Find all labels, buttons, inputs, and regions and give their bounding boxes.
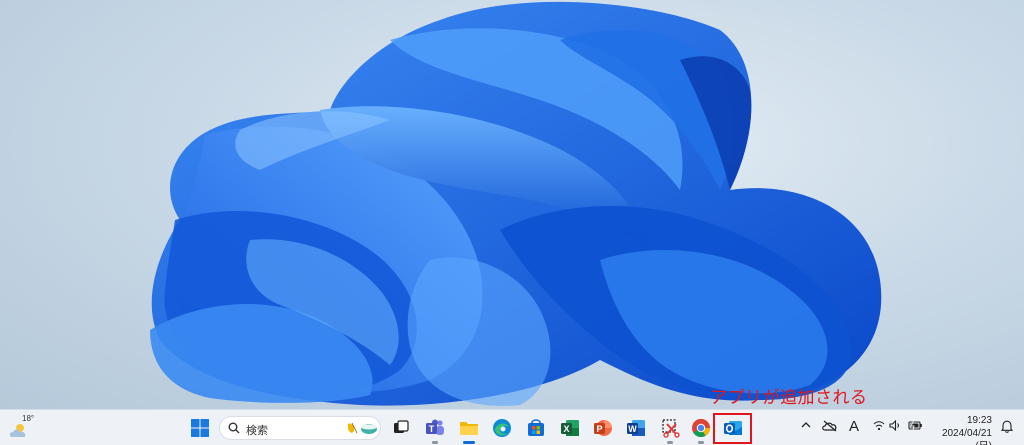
clock-time: 19:23	[966, 415, 992, 426]
search-highlight-icon	[347, 422, 377, 434]
word-icon: W	[627, 420, 645, 436]
running-indicator	[463, 441, 475, 444]
search-placeholder: 検索	[246, 424, 268, 437]
taskbar-search[interactable]: 検索	[219, 416, 381, 440]
show-hidden-icons-chevron-icon[interactable]	[801, 420, 811, 430]
ime-indicator[interactable]: A	[849, 418, 859, 435]
weather-temperature: 18°	[22, 414, 35, 423]
powerpoint-button[interactable]: P	[589, 414, 617, 442]
chrome-button[interactable]	[687, 414, 715, 444]
outlook-highlight-box	[713, 413, 752, 444]
clock-date: 2024/04/21 (日)	[941, 428, 992, 445]
powerpoint-icon: P	[594, 420, 612, 436]
snipping-tool-button[interactable]	[656, 414, 684, 444]
search-icon	[228, 422, 240, 434]
teams-button[interactable]: T	[421, 414, 449, 444]
battery-icon[interactable]	[908, 420, 923, 431]
svg-text:X: X	[563, 424, 569, 434]
word-button[interactable]: W	[622, 414, 650, 442]
desktop-wallpaper	[0, 0, 1024, 409]
cloud-icon	[9, 424, 26, 437]
task-view-button[interactable]	[387, 414, 415, 442]
running-indicator	[432, 441, 438, 444]
windows-logo-icon	[191, 419, 209, 437]
wifi-icon[interactable]	[873, 420, 885, 431]
edge-button[interactable]	[488, 414, 516, 442]
file-explorer-button[interactable]	[455, 414, 483, 444]
start-button[interactable]	[186, 414, 214, 442]
taskbar: 18° 検索 T X P W A 19:23 2024/04/21	[0, 409, 1024, 445]
store-icon	[528, 419, 544, 436]
notification-bell-icon[interactable]	[1001, 420, 1013, 433]
running-indicator	[698, 441, 704, 444]
task-view-icon	[394, 420, 409, 433]
edge-icon	[493, 419, 511, 437]
teams-icon: T	[426, 419, 444, 435]
onedrive-offline-icon[interactable]	[822, 420, 838, 432]
annotation-label: アプリが追加される	[710, 388, 868, 408]
windows-bloom-wallpaper	[150, 1, 882, 406]
svg-text:T: T	[429, 424, 435, 434]
running-indicator	[667, 441, 673, 444]
chrome-icon	[692, 419, 710, 438]
svg-text:W: W	[628, 424, 637, 434]
snipping-icon	[662, 419, 680, 438]
clock[interactable]: 19:23 2024/04/21 (日)	[930, 414, 992, 445]
folder-icon	[460, 422, 478, 435]
excel-button[interactable]: X	[556, 414, 584, 442]
weather-widget[interactable]: 18°	[8, 414, 38, 442]
store-button[interactable]	[522, 414, 550, 442]
excel-icon: X	[561, 420, 579, 436]
svg-text:P: P	[596, 424, 602, 434]
speaker-icon[interactable]	[889, 420, 902, 431]
